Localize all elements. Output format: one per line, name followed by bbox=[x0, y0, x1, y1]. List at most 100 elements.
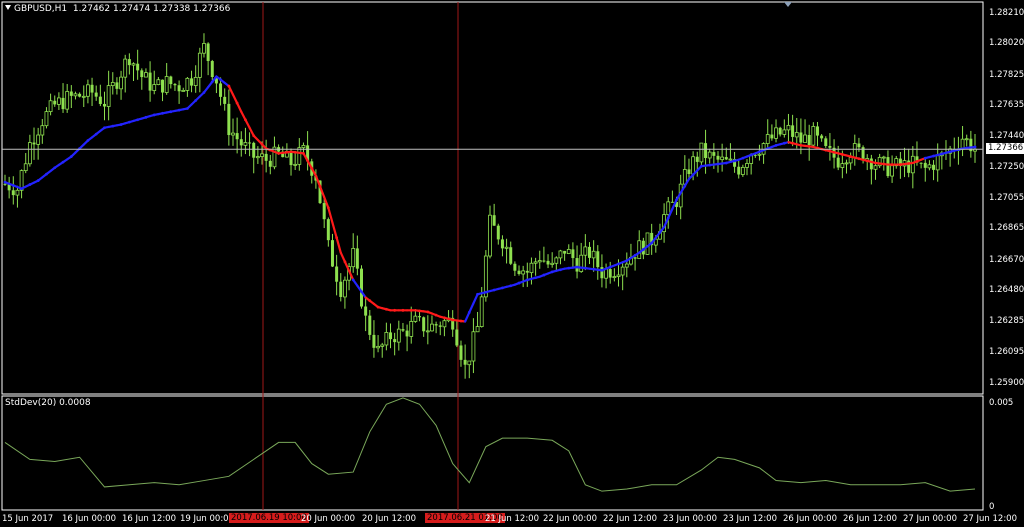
candle bbox=[359, 265, 363, 309]
ma-point bbox=[741, 156, 745, 160]
candle bbox=[393, 332, 397, 356]
price-chart[interactable] bbox=[0, 0, 1024, 527]
candle bbox=[40, 118, 45, 144]
time-tick-label: 20 Jun 00:00 bbox=[301, 514, 355, 524]
ma-point bbox=[459, 319, 463, 323]
candle bbox=[368, 309, 372, 341]
candle bbox=[223, 88, 227, 111]
candle bbox=[678, 174, 683, 220]
candle bbox=[136, 49, 140, 80]
candle bbox=[583, 234, 588, 271]
candle bbox=[791, 114, 795, 147]
candle bbox=[733, 151, 737, 173]
candle bbox=[193, 65, 198, 93]
ma-point bbox=[368, 299, 372, 303]
candle bbox=[624, 252, 629, 278]
candle bbox=[923, 157, 927, 182]
ma-point bbox=[840, 153, 844, 156]
candle bbox=[140, 68, 144, 90]
ma-point bbox=[691, 173, 695, 177]
ma-point bbox=[882, 162, 886, 166]
candle bbox=[422, 316, 426, 337]
ma-point bbox=[376, 305, 380, 309]
ma-point bbox=[716, 162, 720, 166]
ma-point bbox=[890, 163, 894, 166]
candle bbox=[227, 89, 231, 146]
candle bbox=[36, 127, 41, 160]
ma-point bbox=[683, 184, 687, 188]
candle bbox=[86, 79, 90, 104]
ma-point bbox=[335, 236, 339, 240]
candle bbox=[119, 70, 123, 100]
candle bbox=[919, 162, 923, 169]
candle bbox=[27, 134, 32, 167]
dropdown-triangle-icon[interactable] bbox=[5, 5, 11, 10]
ma-point bbox=[53, 166, 57, 170]
candle bbox=[235, 117, 239, 154]
candle bbox=[106, 70, 111, 121]
ma-point bbox=[832, 150, 836, 154]
candle bbox=[90, 77, 94, 106]
candle bbox=[869, 154, 873, 185]
candle bbox=[575, 245, 579, 279]
ma-point bbox=[260, 142, 264, 146]
candle bbox=[152, 70, 157, 95]
candle bbox=[442, 317, 447, 337]
ma-point bbox=[501, 286, 504, 290]
price-tick-label: 1.27055 bbox=[989, 193, 1024, 203]
candle bbox=[765, 119, 770, 151]
candle bbox=[525, 262, 529, 287]
candle bbox=[202, 33, 206, 58]
ma-point bbox=[617, 262, 620, 266]
candle bbox=[633, 257, 637, 271]
candle bbox=[11, 176, 15, 205]
shift-marker-icon[interactable] bbox=[784, 2, 792, 7]
candle bbox=[571, 242, 575, 267]
candle bbox=[529, 257, 534, 285]
time-tick-label: 16 Jun 12:00 bbox=[122, 514, 176, 524]
ma-point bbox=[69, 155, 73, 158]
ma-point bbox=[650, 241, 654, 245]
candle bbox=[927, 160, 932, 171]
ma-point bbox=[185, 107, 189, 110]
candle bbox=[591, 240, 596, 272]
candle bbox=[471, 318, 476, 374]
ma-point bbox=[559, 268, 562, 272]
ma-point bbox=[874, 161, 877, 165]
ma-point bbox=[476, 292, 479, 296]
price-tick-label: 1.27250 bbox=[989, 161, 1024, 172]
time-tick-label: 26 Jun 00:00 bbox=[783, 514, 837, 524]
ma-point bbox=[318, 185, 322, 188]
ma-point bbox=[326, 206, 330, 210]
ma-point bbox=[252, 134, 256, 138]
candle bbox=[389, 323, 393, 349]
ma-point bbox=[401, 308, 405, 312]
candle bbox=[852, 134, 857, 166]
ma-point bbox=[791, 141, 795, 145]
candle bbox=[326, 217, 330, 247]
candle bbox=[65, 83, 70, 113]
candle bbox=[803, 119, 807, 143]
candle bbox=[620, 263, 625, 291]
candle bbox=[380, 342, 385, 358]
chart-window[interactable]: GBPUSD,H1 1.27462 1.27474 1.27338 1.2736… bbox=[0, 0, 1024, 527]
candle bbox=[61, 83, 65, 113]
ma-point bbox=[907, 162, 911, 165]
ma-point bbox=[310, 166, 314, 170]
candle bbox=[496, 223, 500, 245]
ma-segment-down bbox=[331, 221, 338, 239]
ma-point bbox=[932, 154, 935, 158]
ma-point bbox=[575, 265, 579, 269]
time-tick-label: 22 Jun 00:00 bbox=[543, 514, 597, 524]
time-tick-label: 20 Jun 12:00 bbox=[362, 514, 416, 524]
candle bbox=[687, 158, 691, 179]
candle bbox=[351, 233, 356, 273]
candle bbox=[952, 137, 956, 159]
ma-segment-down bbox=[339, 251, 347, 263]
ma-point bbox=[28, 183, 32, 186]
candle bbox=[944, 140, 948, 160]
ma-point bbox=[940, 152, 944, 156]
candle bbox=[123, 54, 128, 93]
candle bbox=[707, 148, 712, 164]
candle bbox=[737, 160, 741, 179]
